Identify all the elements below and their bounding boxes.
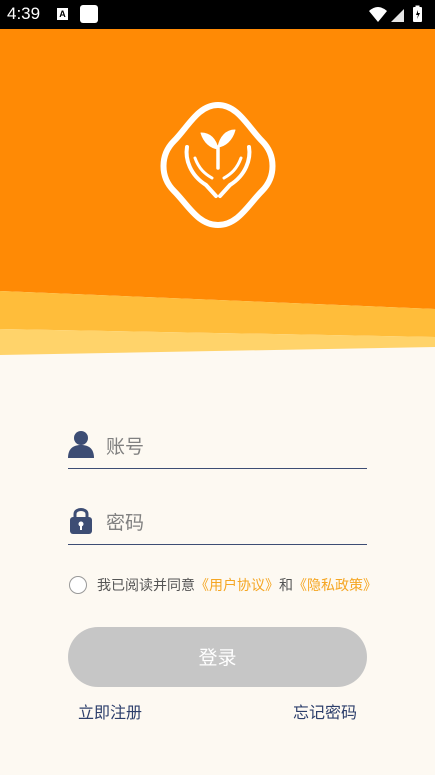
signal-icon bbox=[391, 9, 404, 22]
login-button[interactable]: 登录 bbox=[68, 627, 367, 687]
user-agreement-link[interactable]: 《用户协议》 bbox=[195, 578, 279, 594]
a-notification-icon: A bbox=[57, 8, 68, 20]
forgot-password-link[interactable]: 忘记密码 bbox=[293, 699, 357, 723]
agreement-prefix: 我已阅读并同意 bbox=[97, 578, 195, 594]
square-notification-icon bbox=[80, 5, 98, 23]
status-bar: 4:39 A bbox=[0, 0, 435, 29]
agreement-text: 我已阅读并同意《用户协议》和《隐私政策》 bbox=[97, 574, 377, 598]
wifi-icon bbox=[369, 7, 387, 22]
username-field bbox=[68, 428, 367, 469]
user-icon bbox=[68, 431, 94, 458]
privacy-policy-link[interactable]: 《隐私政策》 bbox=[293, 578, 377, 594]
password-field bbox=[68, 504, 367, 545]
agreement-row: 我已阅读并同意《用户协议》和《隐私政策》 bbox=[69, 574, 399, 598]
hero-header bbox=[0, 29, 435, 355]
agreement-checkbox[interactable] bbox=[69, 576, 87, 594]
agreement-connector: 和 bbox=[279, 578, 293, 594]
username-input[interactable] bbox=[104, 428, 363, 466]
status-icons bbox=[369, 5, 422, 22]
register-link[interactable]: 立即注册 bbox=[78, 699, 142, 723]
password-input[interactable] bbox=[104, 504, 363, 542]
status-time: 4:39 bbox=[7, 4, 41, 23]
lock-icon bbox=[70, 508, 92, 534]
